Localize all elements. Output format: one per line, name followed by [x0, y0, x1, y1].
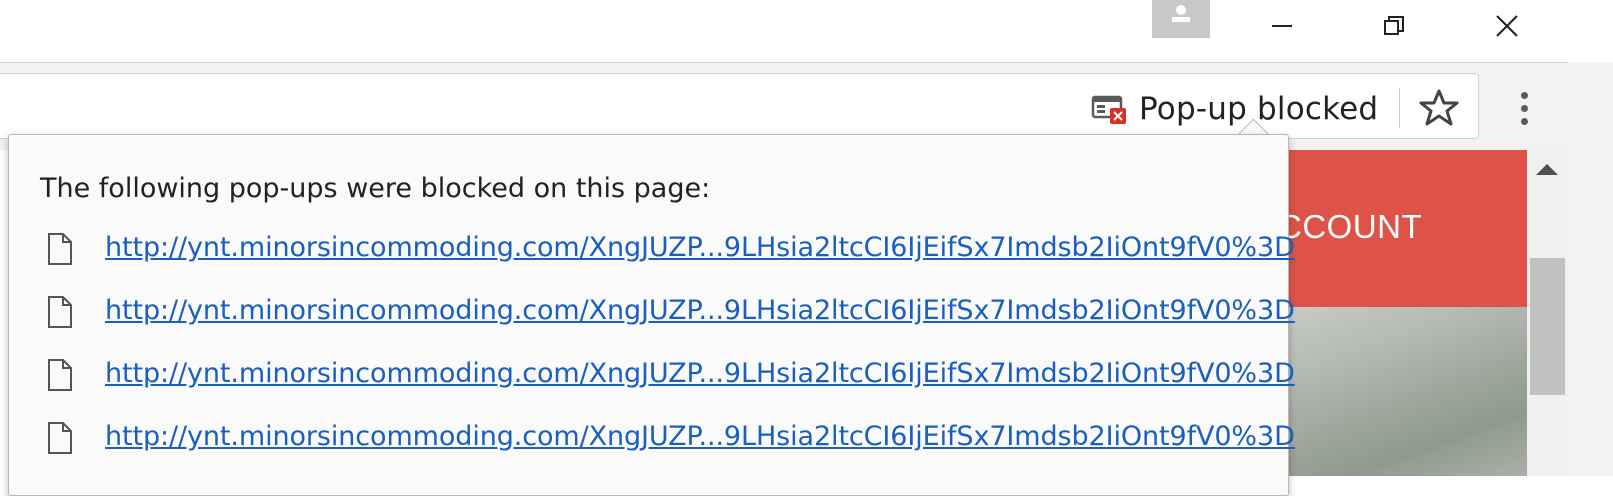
- person-icon: [1172, 5, 1190, 22]
- window-edge: [1567, 62, 1613, 476]
- banner-text: CCOUNT: [1278, 208, 1423, 245]
- blocked-popup-link[interactable]: http://ynt.minorsincommoding.com/XngJUZP…: [105, 358, 1295, 389]
- star-icon: [1419, 89, 1459, 126]
- title-bar: [0, 0, 1613, 62]
- page-icon: [48, 233, 72, 265]
- bookmark-button[interactable]: [1419, 88, 1459, 128]
- bubble-heading: The following pop-ups were blocked on th…: [40, 173, 711, 204]
- popup-blocked-label: Pop-up blocked: [1139, 91, 1379, 127]
- popup-blocked-icon: [1091, 95, 1126, 124]
- close-button[interactable]: [1483, 0, 1529, 52]
- page-icon: [48, 296, 72, 328]
- more-vert-dot: [1521, 118, 1528, 125]
- browser-menu-button[interactable]: [1505, 83, 1545, 133]
- popup-blocked-indicator[interactable]: Pop-up blocked: [1091, 89, 1378, 129]
- scrollbar-thumb[interactable]: [1530, 258, 1565, 395]
- restore-button[interactable]: [1370, 0, 1416, 52]
- blocked-popup-link[interactable]: http://ynt.minorsincommoding.com/XngJUZP…: [105, 232, 1295, 263]
- omnibox-divider: [1399, 88, 1400, 128]
- blocked-popup-link[interactable]: http://ynt.minorsincommoding.com/XngJUZP…: [105, 295, 1295, 326]
- account-banner[interactable]: CCOUNT: [1270, 150, 1527, 307]
- minimize-button[interactable]: [1258, 0, 1304, 52]
- more-vert-icon: [1521, 92, 1528, 99]
- page-icon: [48, 359, 72, 391]
- profile-button[interactable]: [1152, 0, 1210, 38]
- page-icon: [48, 422, 72, 454]
- blocked-popup-link[interactable]: http://ynt.minorsincommoding.com/XngJUZP…: [105, 421, 1295, 452]
- page-photo: [1270, 307, 1527, 476]
- more-vert-dot: [1521, 105, 1528, 112]
- restore-icon: [1384, 16, 1404, 35]
- popup-blocked-bubble: The following pop-ups were blocked on th…: [8, 134, 1295, 496]
- minimize-icon: [1272, 25, 1292, 27]
- scroll-up-arrow-icon[interactable]: [1536, 164, 1558, 175]
- close-icon: [1496, 15, 1518, 37]
